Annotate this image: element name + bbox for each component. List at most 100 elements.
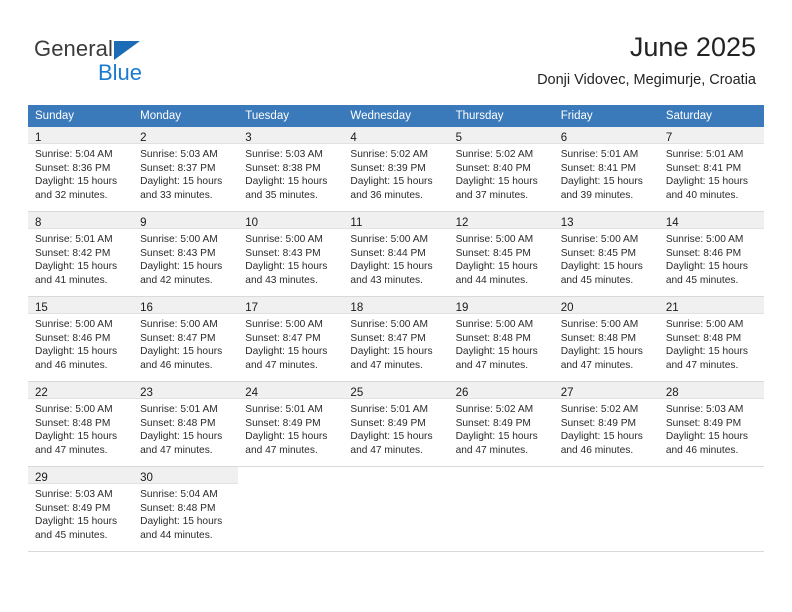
calendar-cell-empty bbox=[343, 466, 449, 552]
daylight-text-line2: and 47 minutes. bbox=[350, 359, 423, 371]
day-number: 13 bbox=[560, 217, 574, 229]
day-cell bbox=[554, 467, 659, 551]
calendar-cell[interactable]: 14 Sunrise: 5:00 AM Sunset: 8:46 PM Dayligh… bbox=[658, 211, 764, 297]
daylight-text-line2: and 47 minutes. bbox=[665, 359, 739, 371]
calendar-cell[interactable]: 29 Sunrise: 5:03 AM Sunset: 8:49 PM Dayligh… bbox=[28, 466, 134, 552]
day-details: Sunrise: 5:00 AM Sunset: 8:47 PM Daylight:… bbox=[343, 314, 448, 372]
day-number-band: 7 bbox=[658, 127, 764, 144]
day-cell bbox=[238, 467, 343, 551]
daylight-text-line1: Daylight: 15 hours bbox=[140, 176, 223, 188]
calendar-cell[interactable]: 4 Sunrise: 5:02 AM Sunset: 8:39 PM Daylight… bbox=[343, 127, 449, 212]
day-cell bbox=[449, 467, 554, 551]
calendar-cell[interactable]: 17 Sunrise: 5:00 AM Sunset: 8:47 PM Dayligh… bbox=[238, 296, 344, 382]
sunrise-text: Sunrise: 5:01 AM bbox=[140, 404, 218, 415]
day-details: Sunrise: 5:00 AM Sunset: 8:46 PM Daylight:… bbox=[659, 229, 764, 287]
calendar-cell[interactable]: 2 Sunrise: 5:03 AM Sunset: 8:37 PM Daylight… bbox=[133, 127, 239, 212]
calendar-cell[interactable]: 24 Sunrise: 5:01 AM Sunset: 8:49 PM Dayligh… bbox=[238, 381, 344, 467]
sunrise-text: Sunrise: 5:00 AM bbox=[455, 319, 534, 330]
day-number-band: 16 bbox=[133, 297, 239, 314]
sunset-text: Sunset: 8:39 PM bbox=[350, 162, 426, 174]
logo-text-blue: Blue bbox=[98, 60, 143, 85]
calendar-cell[interactable]: 11 Sunrise: 5:00 AM Sunset: 8:44 PM Dayligh… bbox=[343, 211, 449, 297]
day-number-band bbox=[449, 467, 554, 484]
calendar-week-row: 1 Sunrise: 5:04 AM Sunset: 8:36 PM Daylight… bbox=[28, 127, 764, 212]
day-number-band: 11 bbox=[343, 212, 449, 229]
day-number-band: 25 bbox=[343, 382, 449, 399]
calendar-cell[interactable]: 15 Sunrise: 5:00 AM Sunset: 8:46 PM Dayligh… bbox=[28, 296, 134, 382]
sunset-text: Sunset: 8:45 PM bbox=[455, 247, 531, 259]
day-cell: 13 Sunrise: 5:00 AM Sunset: 8:45 PM Dayligh… bbox=[553, 212, 659, 296]
sunset-text: Sunset: 8:45 PM bbox=[560, 247, 637, 259]
logo-text-general: General bbox=[34, 36, 113, 61]
day-number-band: 30 bbox=[133, 467, 239, 484]
sunrise-text: Sunrise: 5:01 AM bbox=[665, 149, 744, 160]
day-cell: 4 Sunrise: 5:02 AM Sunset: 8:39 PM Daylight… bbox=[343, 127, 449, 211]
logo-general-blue[interactable]: General Blue bbox=[34, 36, 264, 86]
calendar-cell[interactable]: 16 Sunrise: 5:00 AM Sunset: 8:47 PM Dayligh… bbox=[133, 296, 239, 382]
day-details: Sunrise: 5:01 AM Sunset: 8:41 PM Daylight:… bbox=[554, 144, 659, 202]
day-number-band: 27 bbox=[553, 382, 659, 399]
calendar-cell[interactable]: 22 Sunrise: 5:00 AM Sunset: 8:48 PM Dayligh… bbox=[28, 381, 134, 467]
calendar-cell[interactable]: 10 Sunrise: 5:00 AM Sunset: 8:43 PM Dayligh… bbox=[238, 211, 344, 297]
daylight-text-line1: Daylight: 15 hours bbox=[35, 176, 118, 188]
calendar-cell[interactable]: 1 Sunrise: 5:04 AM Sunset: 8:36 PM Daylight… bbox=[28, 127, 134, 212]
day-cell: 22 Sunrise: 5:00 AM Sunset: 8:48 PM Dayligh… bbox=[28, 382, 134, 466]
sunset-text: Sunset: 8:48 PM bbox=[455, 332, 531, 344]
calendar-cell[interactable]: 21 Sunrise: 5:00 AM Sunset: 8:48 PM Dayligh… bbox=[658, 296, 764, 382]
day-cell: 19 Sunrise: 5:00 AM Sunset: 8:48 PM Dayligh… bbox=[448, 297, 554, 381]
calendar-cell[interactable]: 12 Sunrise: 5:00 AM Sunset: 8:45 PM Dayligh… bbox=[448, 211, 554, 297]
sunrise-text: Sunrise: 5:00 AM bbox=[560, 234, 639, 245]
daylight-text-line2: and 44 minutes. bbox=[455, 274, 529, 286]
calendar-cell[interactable]: 18 Sunrise: 5:00 AM Sunset: 8:47 PM Dayligh… bbox=[343, 296, 449, 382]
day-details: Sunrise: 5:00 AM Sunset: 8:43 PM Daylight:… bbox=[133, 229, 238, 287]
day-number: 8 bbox=[35, 217, 42, 229]
day-number-band: 26 bbox=[448, 382, 554, 399]
calendar-cell[interactable]: 8 Sunrise: 5:01 AM Sunset: 8:42 PM Daylight… bbox=[28, 211, 134, 297]
calendar-cell[interactable]: 13 Sunrise: 5:00 AM Sunset: 8:45 PM Dayligh… bbox=[553, 211, 659, 297]
weekday-header-saturday: Saturday bbox=[658, 105, 764, 127]
day-cell: 11 Sunrise: 5:00 AM Sunset: 8:44 PM Dayligh… bbox=[343, 212, 449, 296]
day-cell: 24 Sunrise: 5:01 AM Sunset: 8:49 PM Dayligh… bbox=[238, 382, 344, 466]
sunset-text: Sunset: 8:49 PM bbox=[560, 417, 637, 429]
day-details: Sunrise: 5:00 AM Sunset: 8:48 PM Daylight:… bbox=[554, 314, 659, 372]
daylight-text-line2: and 47 minutes. bbox=[245, 359, 318, 371]
day-number: 9 bbox=[140, 217, 147, 229]
calendar-cell[interactable]: 20 Sunrise: 5:00 AM Sunset: 8:48 PM Dayligh… bbox=[553, 296, 659, 382]
day-number: 21 bbox=[665, 302, 679, 314]
day-cell: 28 Sunrise: 5:03 AM Sunset: 8:49 PM Dayligh… bbox=[658, 382, 764, 466]
calendar-cell[interactable]: 3 Sunrise: 5:03 AM Sunset: 8:38 PM Daylight… bbox=[238, 127, 344, 212]
day-number: 28 bbox=[665, 387, 679, 399]
day-details: Sunrise: 5:02 AM Sunset: 8:40 PM Daylight:… bbox=[449, 144, 554, 202]
sunrise-text: Sunrise: 5:00 AM bbox=[560, 319, 639, 330]
day-details: Sunrise: 5:00 AM Sunset: 8:48 PM Daylight:… bbox=[449, 314, 554, 372]
calendar-cell[interactable]: 6 Sunrise: 5:01 AM Sunset: 8:41 PM Daylight… bbox=[553, 127, 659, 212]
calendar-cell[interactable]: 9 Sunrise: 5:00 AM Sunset: 8:43 PM Daylight… bbox=[133, 211, 239, 297]
calendar-cell-empty bbox=[553, 466, 659, 552]
day-number-band: 12 bbox=[448, 212, 554, 229]
weekday-header-friday: Friday bbox=[553, 105, 659, 127]
daylight-text-line2: and 44 minutes. bbox=[140, 529, 213, 541]
day-number: 30 bbox=[140, 472, 153, 484]
calendar-cell[interactable]: 7 Sunrise: 5:01 AM Sunset: 8:41 PM Daylight… bbox=[658, 127, 764, 212]
calendar-cell[interactable]: 19 Sunrise: 5:00 AM Sunset: 8:48 PM Dayligh… bbox=[448, 296, 554, 382]
daylight-text-line2: and 42 minutes. bbox=[140, 274, 213, 286]
day-cell: 2 Sunrise: 5:03 AM Sunset: 8:37 PM Daylight… bbox=[133, 127, 239, 211]
daylight-text-line1: Daylight: 15 hours bbox=[560, 176, 643, 188]
calendar-cell[interactable]: 5 Sunrise: 5:02 AM Sunset: 8:40 PM Daylight… bbox=[448, 127, 554, 212]
daylight-text-line2: and 47 minutes. bbox=[455, 444, 529, 456]
calendar-cell[interactable]: 27 Sunrise: 5:02 AM Sunset: 8:49 PM Dayligh… bbox=[553, 381, 659, 467]
sunset-text: Sunset: 8:46 PM bbox=[35, 332, 111, 344]
calendar-cell[interactable]: 23 Sunrise: 5:01 AM Sunset: 8:48 PM Dayligh… bbox=[133, 381, 239, 467]
daylight-text-line1: Daylight: 15 hours bbox=[35, 261, 118, 273]
day-number: 3 bbox=[245, 132, 252, 144]
day-cell: 6 Sunrise: 5:01 AM Sunset: 8:41 PM Daylight… bbox=[553, 127, 659, 211]
calendar-cell[interactable]: 26 Sunrise: 5:02 AM Sunset: 8:49 PM Dayligh… bbox=[448, 381, 554, 467]
calendar-cell[interactable]: 30 Sunrise: 5:04 AM Sunset: 8:48 PM Dayligh… bbox=[133, 466, 239, 552]
daylight-text-line2: and 39 minutes. bbox=[560, 189, 634, 201]
sunset-text: Sunset: 8:48 PM bbox=[665, 332, 742, 344]
daylight-text-line1: Daylight: 15 hours bbox=[560, 261, 643, 273]
calendar-cell[interactable]: 25 Sunrise: 5:01 AM Sunset: 8:49 PM Dayligh… bbox=[343, 381, 449, 467]
calendar-cell-empty bbox=[658, 466, 764, 552]
daylight-text-line1: Daylight: 15 hours bbox=[455, 176, 538, 188]
calendar-cell[interactable]: 28 Sunrise: 5:03 AM Sunset: 8:49 PM Dayligh… bbox=[658, 381, 764, 467]
